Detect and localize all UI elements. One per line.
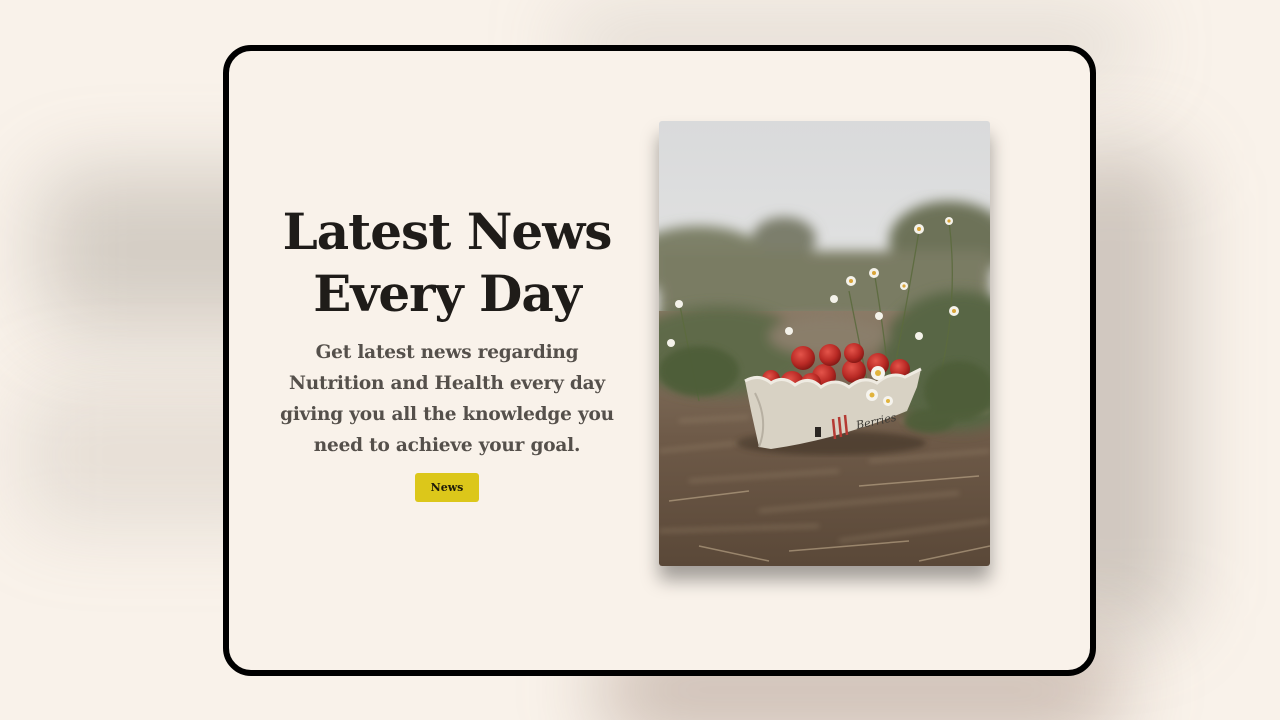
hero-title-line2: Every Day xyxy=(313,264,582,323)
strawberry-basket-image: Berries xyxy=(659,121,990,566)
strawberry-basket-photo: Berries xyxy=(659,121,990,566)
hero-description: Get latest news regarding Nutrition and … xyxy=(280,342,614,456)
hero-text-column: Latest News Every Day Get latest news re… xyxy=(267,201,627,502)
hero-title-line1: Latest News xyxy=(282,202,613,261)
hero-title: Latest News Every Day xyxy=(267,201,627,325)
news-hero-card: Latest News Every Day Get latest news re… xyxy=(223,45,1096,676)
news-button[interactable]: News xyxy=(415,473,479,502)
